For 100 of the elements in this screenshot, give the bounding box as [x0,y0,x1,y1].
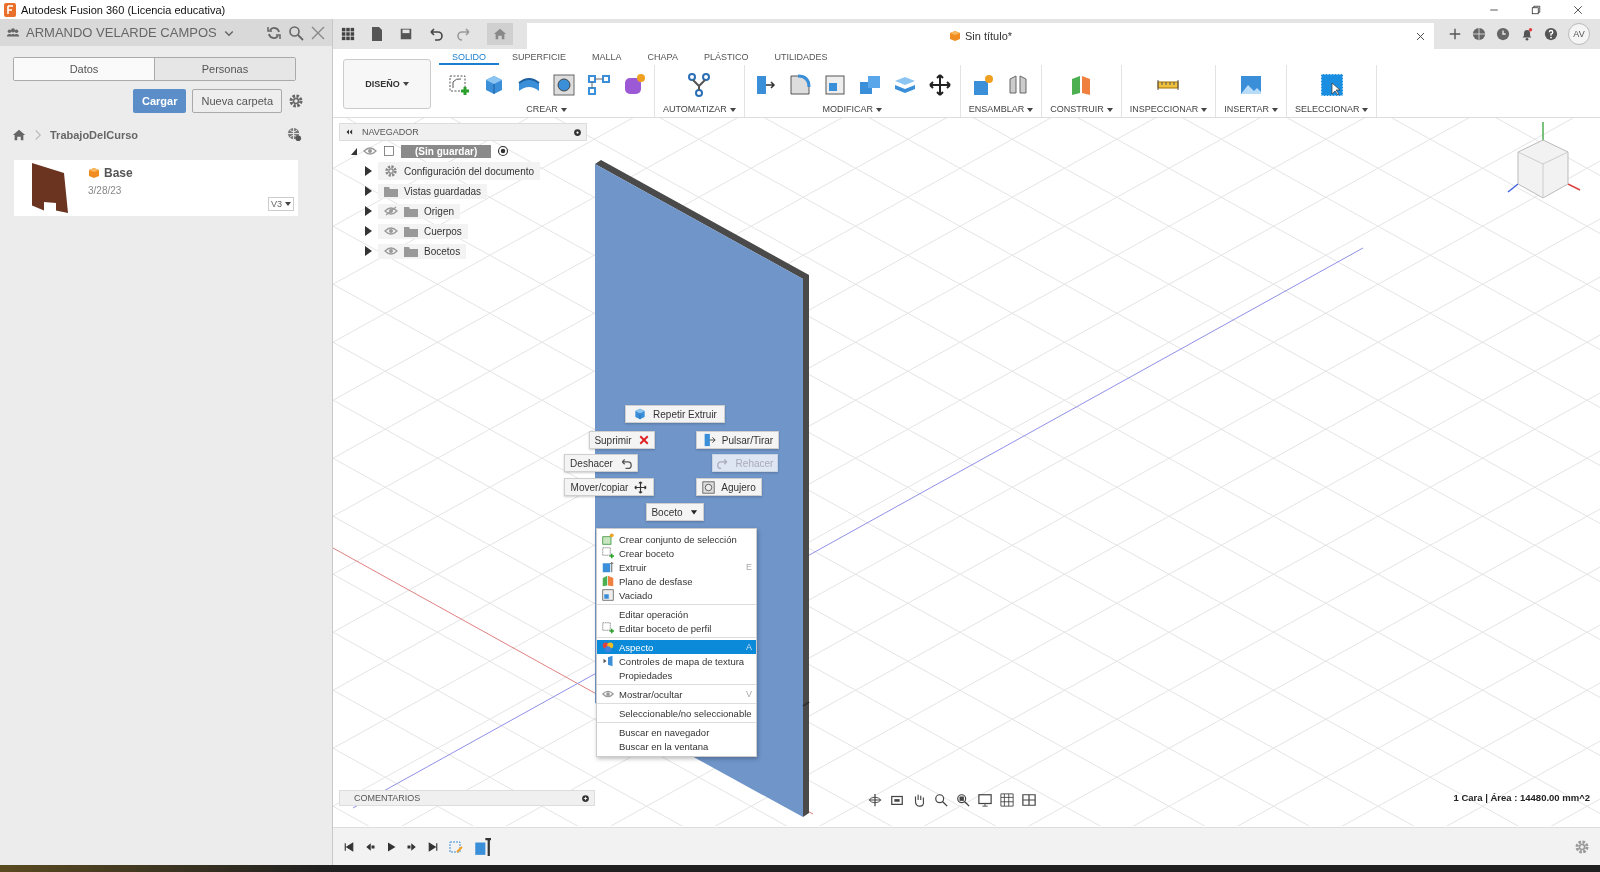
look-at-icon[interactable] [890,793,904,807]
refresh-icon[interactable] [266,24,282,41]
menu-item[interactable]: Aspecto A [597,640,756,654]
ribbon-group-menu[interactable]: ENSAMBLAR [968,104,1034,114]
search-icon[interactable] [288,24,304,41]
move-icon[interactable] [634,480,648,494]
clock-icon[interactable] [1496,27,1510,41]
menu-item[interactable]: Vaciado [597,588,756,602]
collapse-icon[interactable] [344,127,354,137]
globe-icon[interactable] [287,127,302,142]
ribbon-group-menu[interactable]: INSERTAR [1224,104,1278,114]
sketch-icon[interactable] [601,547,614,559]
eye-icon[interactable] [384,246,398,256]
ribbon-group-menu[interactable]: INSPECCIONAR [1129,104,1208,114]
settings-icon[interactable] [384,164,398,178]
sketch-icon[interactable] [601,622,614,634]
panel-tab[interactable]: Personas [154,58,295,80]
globe-icon[interactable] [1472,27,1486,41]
image-icon[interactable] [1239,73,1264,97]
cube-icon[interactable] [601,561,614,573]
help-icon[interactable] [1544,27,1558,41]
ribbon-tab[interactable]: UTILIDADES [761,52,841,65]
combine-icon[interactable] [857,73,882,97]
close-icon[interactable] [637,434,650,446]
radial-menu-button[interactable]: Boceto [646,503,704,521]
move-icon[interactable] [927,73,952,97]
radial-menu-button[interactable]: Deshacer [564,454,638,472]
ribbon-group-menu[interactable]: AUTOMATIZAR [663,104,736,114]
ribbon-tab[interactable]: SUPERFICIE [499,52,580,65]
pattern-icon[interactable] [587,73,611,97]
display-icon[interactable] [978,793,992,807]
grid-menu-icon[interactable] [341,27,355,41]
cube-icon[interactable] [633,407,648,421]
pan-hand-icon[interactable] [912,793,926,807]
file-icon[interactable] [369,26,385,42]
menu-item[interactable]: Crear boceto [597,546,756,560]
tree-item[interactable]: Cuerpos [378,223,468,239]
previous-icon[interactable] [364,840,376,853]
first-icon[interactable] [343,840,355,853]
component-icon[interactable] [971,73,996,97]
user-avatar[interactable]: AV [1568,23,1590,45]
save-icon[interactable] [399,27,413,41]
shell-icon[interactable] [601,589,614,601]
fillet-icon[interactable] [787,73,812,97]
tree-item[interactable]: Origen [378,203,460,219]
bell-icon[interactable] [1520,27,1534,41]
menu-item[interactable]: Editar boceto de perfil [597,621,756,635]
texture-map-icon[interactable] [601,655,614,667]
extrude-feature-icon[interactable] [473,837,491,856]
orbit-icon[interactable] [868,793,882,807]
ribbon-group-menu[interactable]: CONSTRUIR [1050,104,1113,114]
tree-item[interactable]: Vistas guardadas [378,183,488,199]
home-icon[interactable] [12,127,26,142]
breadcrumb-link[interactable]: TrabajoDelCurso [50,128,139,141]
expander-icon[interactable] [351,147,357,155]
undo-icon[interactable] [427,26,443,42]
color-wheel-icon[interactable] [601,641,614,653]
tree-item[interactable]: Configuración del documento [378,162,541,180]
viewports-icon[interactable] [1022,793,1036,807]
pin-icon[interactable] [573,127,582,137]
menu-item[interactable]: Crear conjunto de selección [597,532,756,546]
selection-set-icon[interactable] [601,533,614,545]
ribbon-group-menu[interactable]: MODIFICAR [822,104,882,114]
hole-icon[interactable] [702,480,716,494]
ribbon-group-menu[interactable]: CREAR [526,104,567,114]
menu-item[interactable]: Mostrar/ocultar V [597,687,756,701]
select-icon[interactable] [1319,73,1344,97]
menu-item[interactable]: Seleccionable/no seleccionable [597,706,756,720]
menu-item[interactable]: Plano de desfase [597,574,756,588]
caret-down-icon[interactable] [688,507,699,517]
ribbon-tab[interactable]: SOLIDO [439,52,499,65]
tree-item[interactable]: Bocetos [378,243,467,259]
component-icon[interactable] [383,145,395,157]
ribbon-group-menu[interactable]: SELECCIONAR [1294,104,1369,114]
plus-icon[interactable] [1448,27,1462,41]
menu-item[interactable]: Propiedades [597,668,756,682]
workspace-dropdown[interactable]: DISEÑO [343,59,431,109]
play-icon[interactable] [385,840,397,853]
menu-item[interactable]: Extruir E [597,560,756,574]
hole-icon[interactable] [552,73,576,97]
close-icon[interactable] [1415,31,1426,42]
radio-icon[interactable] [497,145,510,157]
file-card[interactable]: Base 3/28/23 V3 [14,160,298,216]
grid-icon[interactable] [1000,793,1014,807]
last-icon[interactable] [427,840,439,853]
ribbon-tab[interactable]: CHAPA [634,52,691,65]
version-dropdown[interactable]: V3 [268,197,294,211]
radial-menu-button[interactable]: Suprimir [589,431,655,449]
radial-menu-button[interactable]: Mover/copiar [564,478,654,496]
plane-icon[interactable] [601,575,614,587]
settings-icon[interactable] [1574,838,1590,855]
menu-item[interactable]: Controles de mapa de textura [597,654,756,668]
zoom-icon[interactable] [934,793,948,807]
ribbon-tab[interactable]: MALLA [579,52,635,65]
menu-item[interactable]: Buscar en navegador [597,725,756,739]
document-tab[interactable]: Sin título* [964,30,1013,42]
shell-icon[interactable] [822,73,847,97]
panel-tab[interactable]: Datos [14,58,154,80]
sphere-icon[interactable] [622,73,646,97]
new-folder-button[interactable]: Nueva carpeta [192,89,282,113]
